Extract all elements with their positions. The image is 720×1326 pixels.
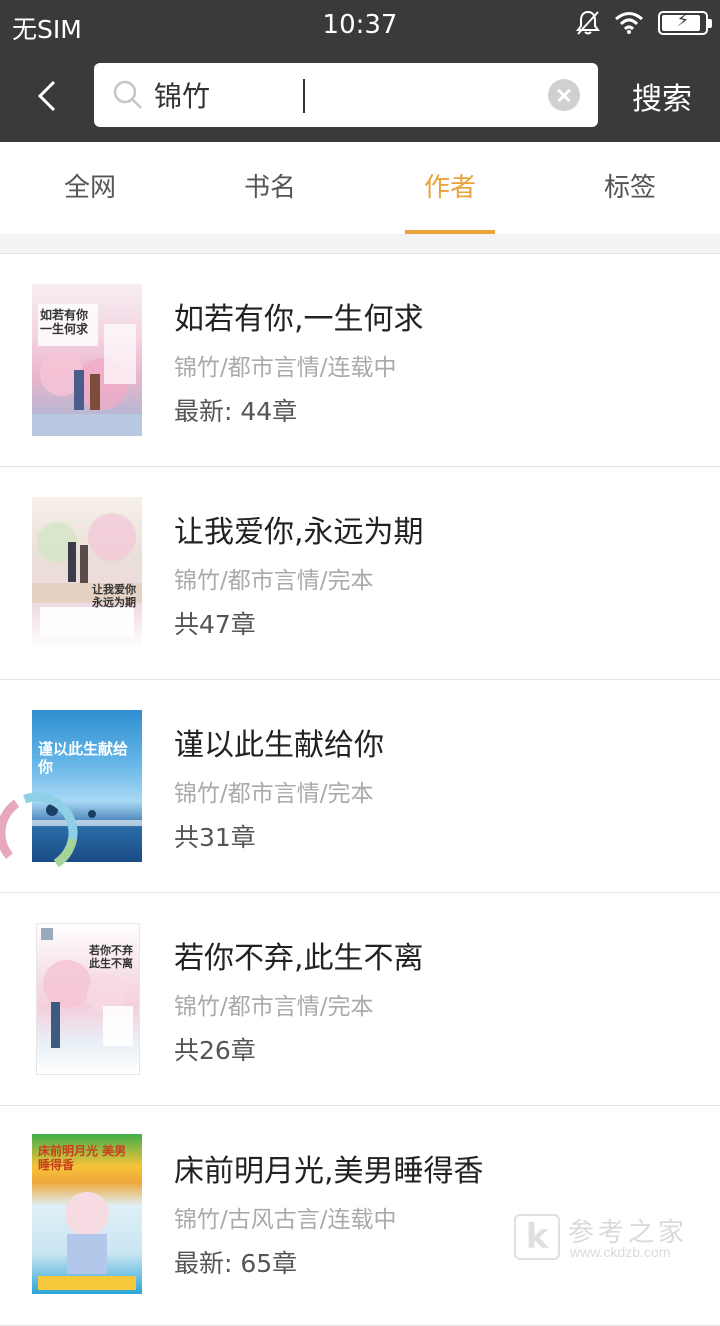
cover-title: 谨以此生献给你 <box>38 740 138 776</box>
watermark-logo-icon: k <box>514 1214 560 1260</box>
search-icon <box>112 79 144 111</box>
book-cover: 若你不弃 此生不离 <box>36 923 140 1075</box>
status-bar: 无SIM 10:37 ⚡ <box>0 0 720 50</box>
text-caret <box>303 79 305 113</box>
charging-bolt-icon: ⚡ <box>660 10 706 31</box>
book-chapter-count: 共26章 <box>174 1031 256 1067</box>
cover-title: 如若有你 一生何求 <box>40 308 96 336</box>
watermark: k 参考之家 www.ckdzb.com <box>514 1214 710 1262</box>
clear-search-button[interactable] <box>548 79 580 111</box>
book-item[interactable]: 如若有你 一生何求 如若有你,一生何求 锦竹/都市言情/连载中 最新: 44章 <box>0 254 720 467</box>
search-scope-tabs: 全网 书名 作者 标签 <box>0 142 720 234</box>
cover-title: 让我爱你 永远为期 <box>92 583 140 609</box>
search-input[interactable] <box>154 71 534 119</box>
cover-art <box>32 497 142 649</box>
book-chapter-count: 共47章 <box>174 605 256 641</box>
tab-all[interactable]: 全网 <box>0 142 180 234</box>
book-chapter-count: 共31章 <box>174 818 256 854</box>
book-meta: 锦竹/都市言情/完本 <box>174 561 374 595</box>
tab-label: 作者 <box>424 173 476 203</box>
back-button[interactable] <box>22 68 78 124</box>
book-chapter-count: 最新: 44章 <box>174 392 297 428</box>
battery-icon: ⚡ <box>658 11 708 35</box>
book-meta: 锦竹/都市言情/完本 <box>174 987 374 1021</box>
book-meta: 锦竹/都市言情/完本 <box>174 774 374 808</box>
book-title: 若你不弃,此生不离 <box>174 933 424 977</box>
book-title: 床前明月光,美男睡得香 <box>174 1146 484 1190</box>
search-header: 搜索 <box>0 50 720 142</box>
tab-label: 全网 <box>64 173 116 203</box>
book-title: 如若有你,一生何求 <box>174 294 424 338</box>
wifi-icon <box>614 11 644 35</box>
cover-art <box>32 284 142 436</box>
tab-author[interactable]: 作者 <box>360 142 540 234</box>
search-box[interactable] <box>94 63 598 127</box>
book-chapter-count: 最新: 65章 <box>174 1244 297 1280</box>
tab-tags[interactable]: 标签 <box>540 142 720 234</box>
book-meta: 锦竹/都市言情/连载中 <box>174 348 397 382</box>
book-cover: 床前明月光 美男睡得香 <box>32 1134 142 1294</box>
floating-progress-icon[interactable] <box>0 786 84 880</box>
book-title: 让我爱你,永远为期 <box>174 507 424 551</box>
watermark-url: www.ckdzb.com <box>570 1244 670 1260</box>
bell-muted-icon <box>576 10 600 36</box>
tab-title[interactable]: 书名 <box>180 142 360 234</box>
book-item[interactable]: 让我爱你 永远为期 让我爱你,永远为期 锦竹/都市言情/完本 共47章 <box>0 467 720 680</box>
book-list: 如若有你 一生何求 如若有你,一生何求 锦竹/都市言情/连载中 最新: 44章 … <box>0 254 720 1326</box>
book-title: 谨以此生献给你 <box>174 720 384 764</box>
cover-title: 床前明月光 美男睡得香 <box>38 1144 138 1172</box>
book-item[interactable]: 谨以此生献给你 谨以此生献给你 锦竹/都市言情/完本 共31章 <box>0 680 720 893</box>
cover-title: 若你不弃 此生不离 <box>89 944 139 970</box>
section-divider <box>0 234 720 254</box>
status-icons: ⚡ <box>576 10 708 36</box>
chevron-left-icon <box>22 68 78 124</box>
search-button[interactable]: 搜索 <box>632 74 692 118</box>
book-meta: 锦竹/古风古言/连载中 <box>174 1200 397 1234</box>
tab-label: 书名 <box>244 173 296 203</box>
tab-label: 标签 <box>604 173 656 203</box>
book-cover: 让我爱你 永远为期 <box>32 497 142 649</box>
book-item[interactable]: 若你不弃 此生不离 若你不弃,此生不离 锦竹/都市言情/完本 共26章 <box>0 893 720 1106</box>
book-cover: 如若有你 一生何求 <box>32 284 142 436</box>
